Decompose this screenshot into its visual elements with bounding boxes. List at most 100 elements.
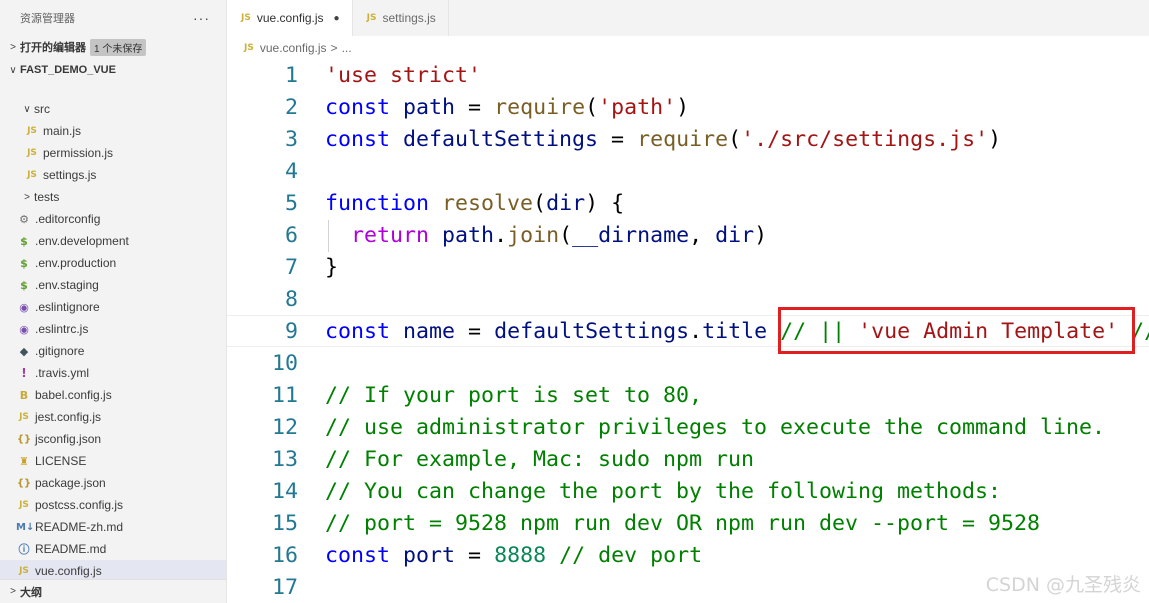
code-line[interactable]: 15 // port = 9528 npm run dev OR npm run … [227,507,1149,539]
chevron-down-icon: ∨ [23,103,31,115]
outline-section[interactable]: > 大纲 [0,579,226,603]
code-line[interactable]: 5 function resolve(dir) { [227,187,1149,219]
code-token: ) [754,222,768,248]
tree-item-label: babel.config.js [35,388,112,402]
file-item[interactable]: ⓘ README.md [0,538,226,560]
code-line[interactable]: 13 // For example, Mac: sudo npm run [227,443,1149,475]
code-token: const [325,126,391,152]
breadcrumb-file[interactable]: vue.config.js [260,41,327,55]
code-token: . [494,222,508,248]
tree-item-label: src [34,102,50,116]
code-line[interactable]: 6 return path.join(__dirname, dir) [227,219,1149,251]
file-item[interactable]: JS settings.js [0,164,226,186]
code-text: const port = 8888 // dev port [325,543,702,568]
code-text: // For example, Mac: sudo npm run [325,447,754,472]
code-line[interactable]: 11 // If your port is set to 80, [227,379,1149,411]
json-file-icon: {} [16,433,32,445]
env-file-icon: $ [20,256,28,270]
chevron-right-icon: > [10,41,16,53]
more-actions-icon[interactable]: ··· [193,10,210,26]
code-text: 'use strict' [325,63,481,88]
file-item[interactable]: ◉ .eslintrc.js [0,318,226,340]
file-item[interactable]: ! .travis.yml [0,362,226,384]
file-item[interactable]: JS permission.js [0,142,226,164]
file-item[interactable]: {} package.json [0,472,226,494]
folder-item[interactable]: > tests [0,186,226,208]
env-file-icon: $ [20,234,28,248]
line-number: 2 [284,94,298,120]
code-token: title [702,318,768,344]
code-token: return [351,222,430,248]
code-token: require [494,94,586,120]
code-token: function [325,190,430,216]
code-text: const path = require('path') [325,95,689,120]
code-text: const defaultSettings = require('./src/s… [325,127,1001,152]
code-token: ) [988,126,1002,152]
code-token: join [507,222,560,248]
code-token: = [455,94,495,120]
file-item[interactable]: $ .env.production [0,252,226,274]
watermark: CSDN @九圣残炎 [985,574,1141,596]
unsaved-badge: 1 个未保存 [90,38,147,56]
travis-icon: ! [21,366,27,380]
code-token: ) [676,94,690,120]
file-item[interactable]: ♜ LICENSE [0,450,226,472]
file-item[interactable]: $ .env.staging [0,274,226,296]
folder-item[interactable]: ∨ src [0,98,226,120]
code-token: defaultSettings [403,126,599,152]
code-line[interactable]: 4 [227,155,1149,187]
tab-label: settings.js [382,11,436,25]
json-file-icon: {} [16,477,32,489]
tree-item-label: jest.config.js [35,410,102,424]
code-line[interactable]: 1 'use strict' [227,59,1149,91]
code-editor[interactable]: 17 16 const port = 8888 // dev port 15// po… [227,58,1149,603]
code-token: = [598,126,638,152]
code-line[interactable]: 14 // You can change the port by the foll… [227,475,1149,507]
line-number: 3 [284,126,298,152]
file-item[interactable]: Bbabel.config.js [0,384,226,406]
code-line[interactable]: 12 // use administrator privileges to exe… [227,411,1149,443]
code-token: 'use strict' [325,62,482,88]
file-item[interactable]: ⚙ .editorconfig [0,208,226,230]
breadcrumb: JS vue.config.js > ... [244,38,352,58]
js-file-icon: JS [19,500,29,510]
tab-vue-config[interactable]: JS vue.config.js ● [227,0,353,36]
tree-item-label: permission.js [43,146,114,160]
line-number: 9 [284,318,298,344]
file-item[interactable]: JS main.js [0,120,226,142]
code-token: dir [546,190,586,216]
file-item[interactable]: M↓ README-zh.md [0,516,226,538]
explorer-header: 资源管理器 ··· [0,0,226,36]
project-section[interactable]: ∨ FAST_DEMO_VUE [0,59,226,81]
tab-settings[interactable]: JS settings.js [353,0,449,36]
code-line[interactable]: 3 const defaultSettings = require('./src/… [227,123,1149,155]
code-text: return path.join(__dirname, dir) [325,223,767,248]
line-number: 4 [284,158,298,184]
code-line[interactable]: 16 const port = 8888 // dev port [227,539,1149,571]
code-token: './src/settings.js' [741,126,989,152]
file-item[interactable]: JS postcss.config.js [0,494,226,516]
js-file-icon: JS [19,412,29,422]
line-number: 6 [284,222,298,248]
code-token: dir [715,222,755,248]
js-file-icon: JS [27,148,37,158]
file-item[interactable]: $ .env.development [0,230,226,252]
breadcrumb-rest[interactable]: ... [342,41,352,55]
code-line[interactable]: 7} [227,251,1149,283]
file-item[interactable]: ◉ .eslintignore [0,296,226,318]
open-editors-section[interactable]: > 打开的编辑器 1 个未保存 [0,36,226,58]
eslint-icon: ◉ [19,322,29,336]
file-item[interactable]: {} jsconfig.json [0,428,226,450]
babel-icon: B [19,388,29,402]
file-item[interactable]: JS jest.config.js [0,406,226,428]
js-file-icon: JS [244,43,254,53]
code-token: path [442,222,495,248]
line-number: 8 [284,286,298,312]
unsaved-dot-icon[interactable]: ● [334,13,340,24]
tree-item-label: .env.staging [35,278,99,292]
file-item[interactable]: ◆ .gitignore [0,340,226,362]
code-line[interactable]: 2 const path = require('path') [227,91,1149,123]
